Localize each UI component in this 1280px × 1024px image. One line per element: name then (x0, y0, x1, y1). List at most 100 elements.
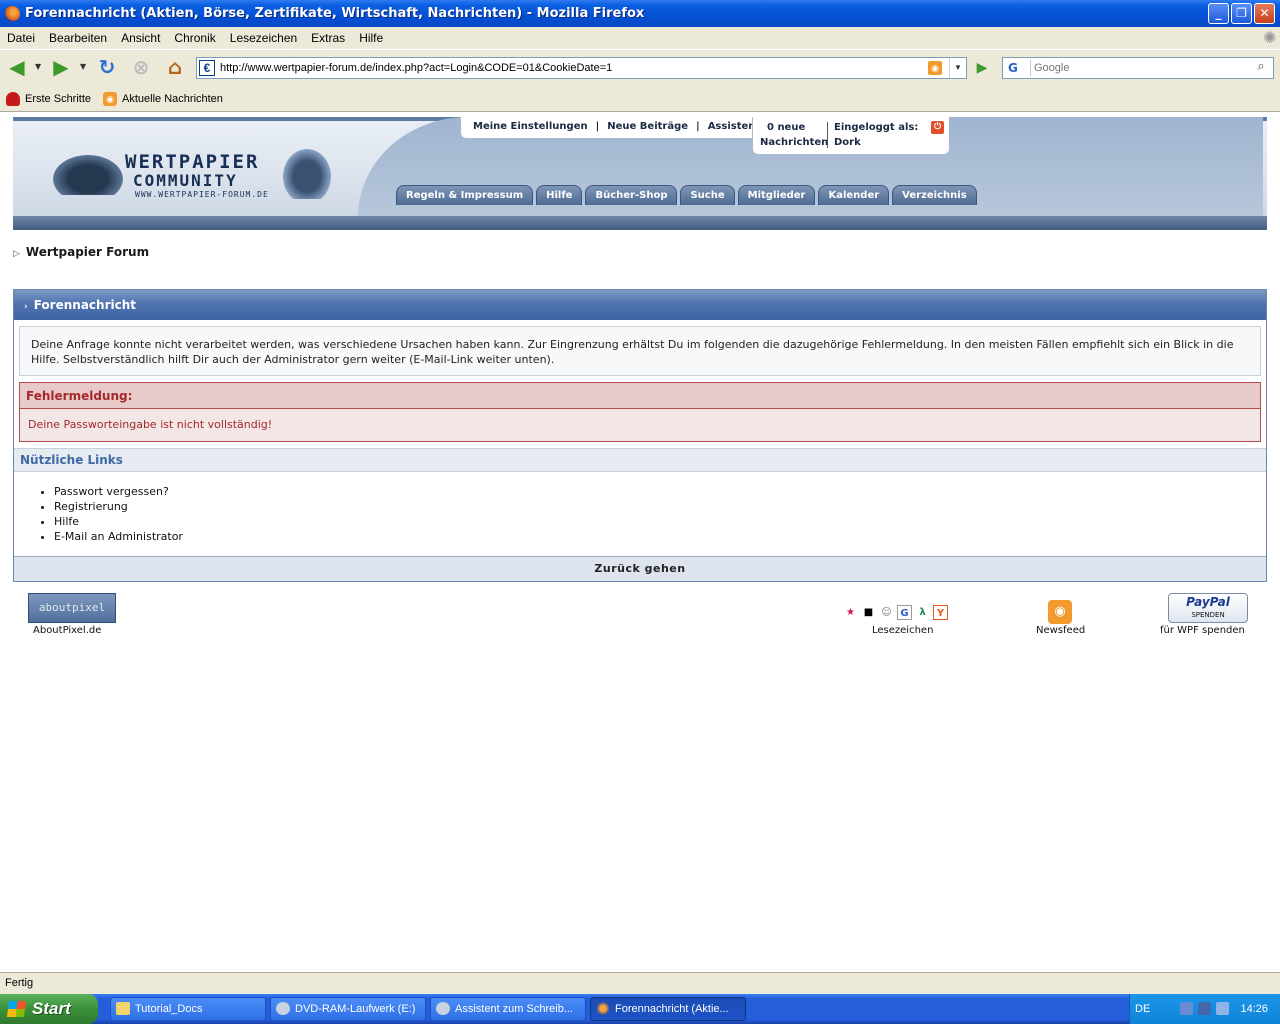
link-passwort-vergessen[interactable]: Passwort vergessen? (54, 484, 183, 499)
cd-writer-icon (436, 1002, 450, 1015)
menu-bearbeiten[interactable]: Bearbeiten (42, 31, 114, 45)
forward-history-dropdown-icon[interactable]: ▼ (80, 62, 86, 71)
url-text[interactable]: http://www.wertpapier-forum.de/index.php… (220, 58, 612, 78)
back-history-dropdown-icon[interactable]: ▼ (35, 62, 41, 71)
language-indicator[interactable]: DE (1135, 994, 1150, 1024)
menu-datei[interactable]: Datei (0, 31, 42, 45)
taskbar-item-dvd-ram[interactable]: DVD-RAM-Laufwerk (E:) (270, 997, 426, 1021)
taskbar-item-tutorial-docs[interactable]: Tutorial_Docs (110, 997, 266, 1021)
logo-line2: COMMUNITY (133, 171, 238, 190)
link-neue-beitraege[interactable]: Neue Beiträge (607, 117, 688, 138)
taskbar-item-label: Forennachricht (Aktie... (615, 1003, 729, 1015)
stop-icon[interactable]: ⊗ (128, 55, 154, 81)
taskbar-item-assistent[interactable]: Assistent zum Schreib... (430, 997, 586, 1021)
search-input[interactable] (1034, 59, 1249, 77)
search-engine-google-icon[interactable]: G (1005, 60, 1031, 76)
mister-wong-icon[interactable]: ☺ (879, 605, 894, 620)
divider (827, 122, 828, 148)
menu-extras[interactable]: Extras (304, 31, 352, 45)
go-icon[interactable]: ▶ (972, 59, 992, 79)
breadcrumb-link[interactable]: Wertpapier Forum (26, 245, 149, 259)
aboutpixel-badge[interactable]: aboutpixel (28, 593, 116, 623)
minimize-button[interactable]: _ (1208, 3, 1229, 24)
paypal-donate-button[interactable]: PayPal SPENDEN (1168, 593, 1248, 623)
breadcrumb: ▷ Wertpapier Forum (13, 245, 149, 259)
forward-icon[interactable]: ▶ (48, 55, 74, 81)
star-bookmark-icon[interactable]: ★ (843, 605, 858, 620)
menu-hilfe[interactable]: Hilfe (352, 31, 390, 45)
tab-buecher-shop[interactable]: Bücher-Shop (585, 185, 678, 205)
tab-mitglieder[interactable]: Mitglieder (737, 185, 816, 205)
main-nav-tabs: Regeln & Impressum Hilfe Bücher-Shop Suc… (396, 185, 977, 205)
delicious-icon[interactable]: ■ (861, 605, 876, 620)
bookmark-label: Erste Schritte (25, 93, 92, 105)
link-meine-einstellungen[interactable]: Meine Einstellungen (473, 117, 588, 138)
user-links: Meine Einstellungen | Neue Beiträge | As… (460, 117, 774, 139)
paypal-label[interactable]: für WPF spenden (1160, 625, 1245, 636)
info-text: Deine Anfrage konnte nicht verarbeitet w… (19, 326, 1261, 376)
taskbar: Start Tutorial_Docs DVD-RAM-Laufwerk (E:… (0, 994, 1280, 1024)
menu-lesezeichen[interactable]: Lesezeichen (223, 31, 304, 45)
webnews-icon[interactable]: λ (915, 605, 930, 620)
logo-line1: WERTPAPIER (125, 151, 260, 173)
folder-icon (116, 1002, 130, 1015)
tab-regeln-impressum[interactable]: Regeln & Impressum (396, 185, 534, 205)
message-header: › Forennachricht (14, 290, 1266, 320)
tray-app-icon[interactable] (1198, 1002, 1211, 1015)
newsfeed-label[interactable]: Newsfeed (1036, 625, 1085, 636)
bookmark-aktuelle-nachrichten[interactable]: ◉ Aktuelle Nachrichten (103, 92, 223, 106)
dvd-drive-icon (276, 1002, 290, 1015)
site-favicon-icon: € (199, 60, 215, 76)
bookmark-erste-schritte[interactable]: Erste Schritte (6, 92, 91, 106)
username[interactable]: Dork (834, 137, 861, 148)
back-button[interactable]: Zurück gehen (14, 556, 1266, 581)
google-bookmark-icon[interactable]: G (897, 605, 912, 620)
tab-hilfe[interactable]: Hilfe (536, 185, 583, 205)
link-email-administrator[interactable]: E-Mail an Administrator (54, 529, 183, 544)
site-logo[interactable]: WERTPAPIER COMMUNITY WWW.WERTPAPIER-FORU… (53, 149, 353, 211)
link-separator: | (696, 121, 700, 132)
error-title: Fehlermeldung: (20, 383, 1260, 409)
site-header: WERTPAPIER COMMUNITY WWW.WERTPAPIER-FORU… (13, 117, 1267, 230)
aboutpixel-label[interactable]: AboutPixel.de (33, 625, 101, 636)
tab-kalender[interactable]: Kalender (818, 185, 890, 205)
start-button[interactable]: Start (0, 994, 98, 1024)
navigation-toolbar: ◀ ▼ ▶ ▼ ↻ ⊗ ⌂ € http://www.wertpapier-fo… (0, 49, 1280, 87)
menu-ansicht[interactable]: Ansicht (114, 31, 167, 45)
link-hilfe[interactable]: Hilfe (54, 514, 183, 529)
search-icon[interactable]: ⌕ (1251, 59, 1271, 77)
reload-icon[interactable]: ↻ (94, 55, 120, 81)
new-messages-count[interactable]: 0 neue (767, 122, 805, 133)
taskbar-item-label: Tutorial_Docs (135, 1003, 203, 1015)
firefox-red-icon (6, 92, 20, 106)
tab-verzeichnis[interactable]: Verzeichnis (892, 185, 977, 205)
back-icon[interactable]: ◀ (4, 55, 30, 81)
logged-in-label: Eingeloggt als: (834, 122, 919, 133)
link-separator: | (595, 121, 600, 132)
maximize-button[interactable]: ❐ (1231, 3, 1252, 24)
menu-chronik[interactable]: Chronik (167, 31, 222, 45)
windows-logo-icon (6, 1001, 27, 1017)
taskbar-item-label: DVD-RAM-Laufwerk (E:) (295, 1003, 416, 1015)
logo-line3: WWW.WERTPAPIER-FORUM.DE (135, 190, 269, 199)
logout-icon[interactable]: ⏻ (931, 121, 944, 134)
new-messages-label[interactable]: Nachrichten (760, 137, 828, 148)
taskbar-item-label: Assistent zum Schreib... (455, 1003, 573, 1015)
window-titlebar[interactable]: Forennachricht (Aktien, Börse, Zertifika… (0, 0, 1280, 27)
firefox-icon (596, 1002, 610, 1015)
home-icon[interactable]: ⌂ (162, 55, 188, 81)
tray-monitor-icon[interactable] (1216, 1002, 1229, 1015)
tab-suche[interactable]: Suche (680, 185, 735, 205)
social-bookmark-icons: ★ ■ ☺ G λ Y (843, 605, 948, 620)
rss-feed-icon[interactable]: ◉ (928, 61, 942, 75)
link-registrierung[interactable]: Registrierung (54, 499, 183, 514)
taskbar-item-firefox[interactable]: Forennachricht (Aktie... (590, 997, 746, 1021)
url-dropdown-icon[interactable]: ▼ (949, 58, 966, 78)
url-bar[interactable]: € http://www.wertpapier-forum.de/index.p… (196, 57, 967, 79)
rss-feed-icon[interactable]: ◉ (1048, 600, 1072, 624)
lesezeichen-label[interactable]: Lesezeichen (872, 625, 933, 636)
triangle-right-icon: ▷ (13, 249, 20, 259)
tray-network-icon[interactable] (1180, 1002, 1193, 1015)
close-button[interactable]: ✕ (1254, 3, 1275, 24)
yigg-icon[interactable]: Y (933, 605, 948, 620)
